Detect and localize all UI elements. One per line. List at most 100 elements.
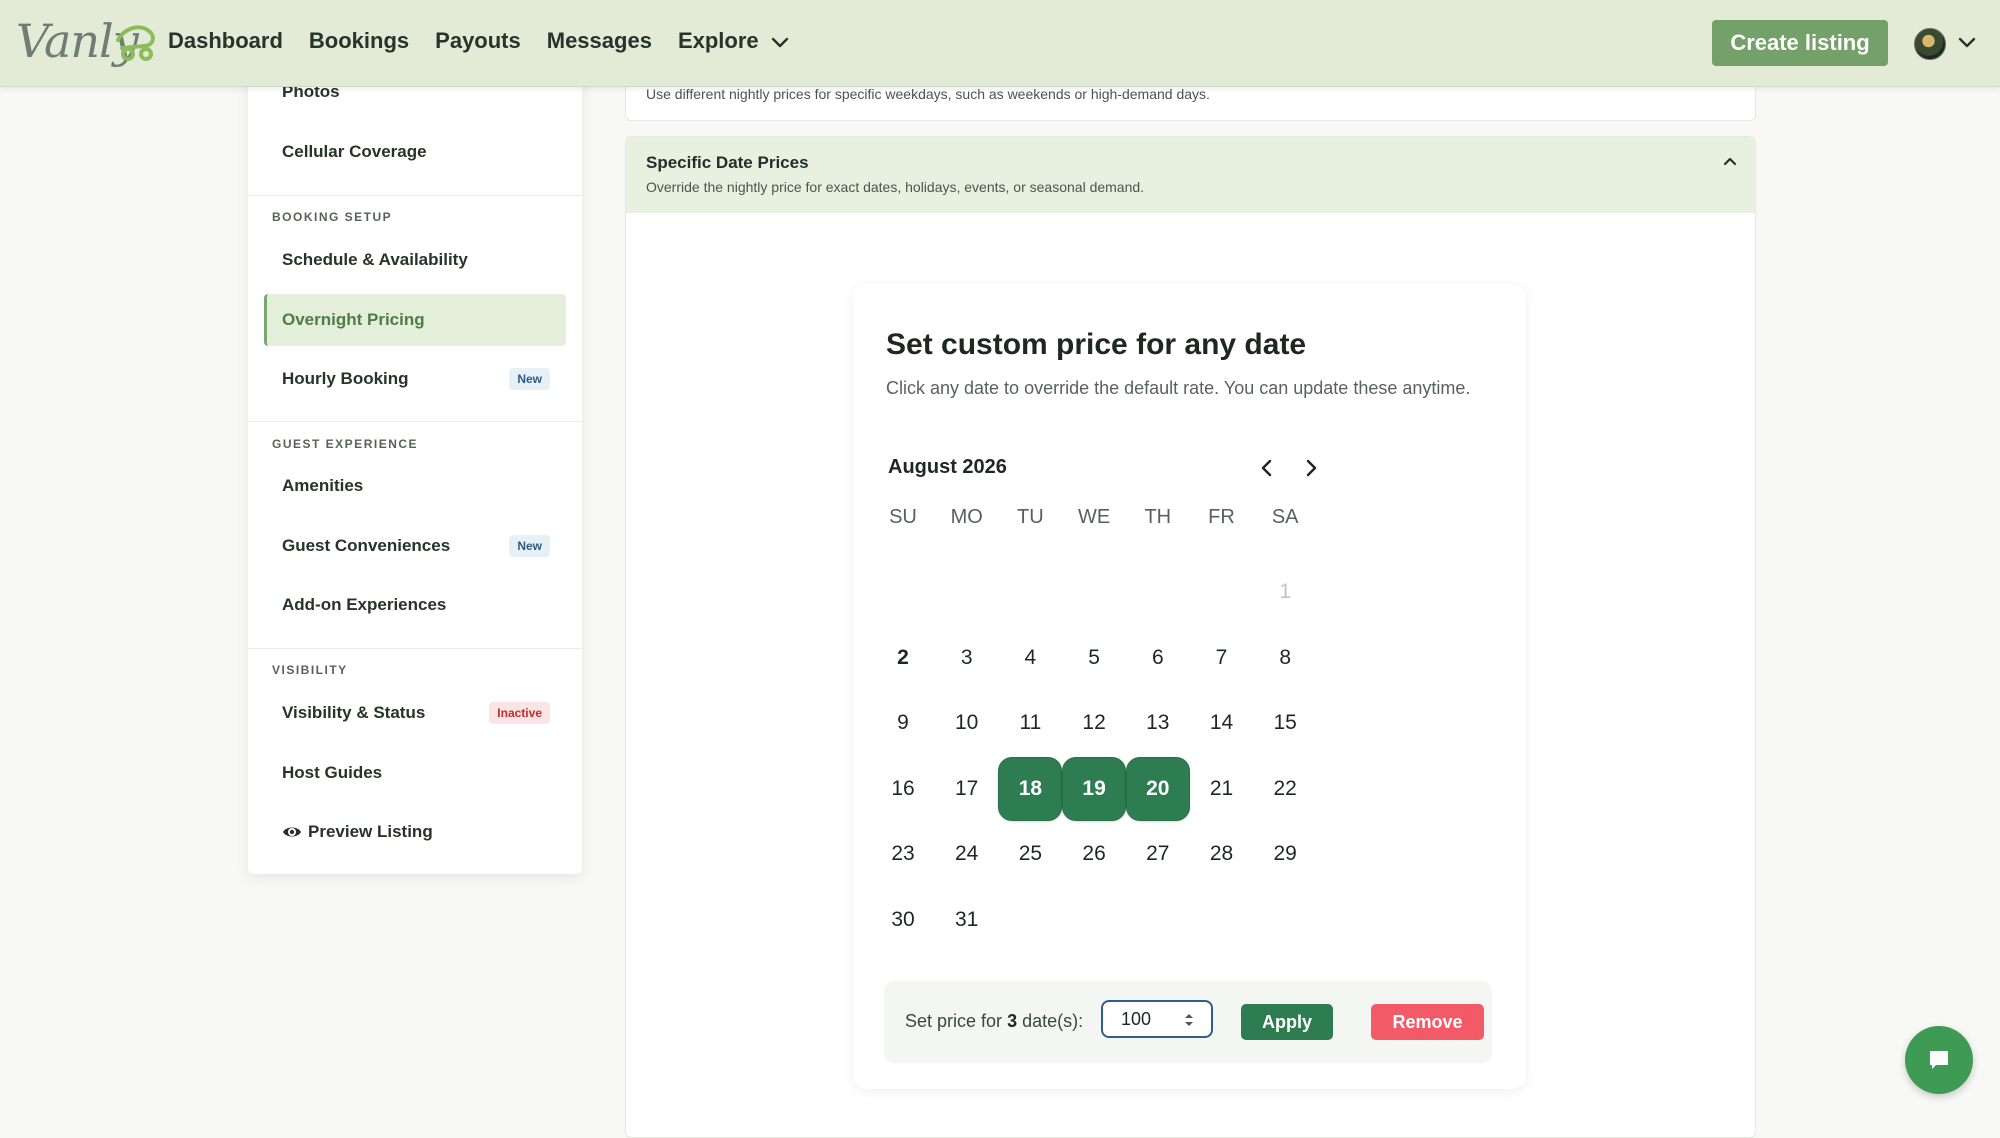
sidebar-item-label: Preview Listing — [308, 822, 433, 841]
calendar-day-selected[interactable]: 19 — [1062, 756, 1127, 821]
divider — [248, 421, 582, 422]
sidebar-item-amenities[interactable]: Amenities — [264, 460, 566, 512]
weekday-label: TH — [1144, 506, 1172, 528]
create-listing-button[interactable]: Create listing — [1712, 20, 1888, 66]
calendar-day[interactable]: 29 — [1253, 822, 1317, 886]
calendar-day[interactable]: 26 — [1062, 822, 1126, 886]
weekday-label: FR — [1208, 506, 1235, 528]
nav-dashboard[interactable]: Dashboard — [168, 28, 283, 54]
price-prefix: Set price for — [905, 1011, 1003, 1031]
avatar[interactable] — [1914, 28, 1946, 60]
calendar-day[interactable]: 15 — [1253, 691, 1317, 755]
chevron-down-icon — [771, 37, 788, 48]
sidebar-item-cellular-coverage[interactable]: Cellular Coverage — [264, 126, 566, 178]
inactive-badge: Inactive — [489, 702, 550, 724]
calendar-day-selected[interactable]: 20 — [1125, 756, 1190, 821]
selected-count: 3 — [1007, 1011, 1018, 1031]
section-label-visibility: VISIBILITY — [272, 663, 348, 677]
listing-sidebar: Photos Cellular Coverage BOOKING SETUP S… — [248, 60, 582, 874]
calendar-day[interactable]: 27 — [1126, 822, 1190, 886]
apply-button[interactable]: Apply — [1241, 1004, 1333, 1040]
divider — [248, 648, 582, 649]
calendar-day[interactable]: 3 — [935, 626, 999, 690]
sidebar-item-hourly-booking[interactable]: Hourly Booking New — [264, 353, 566, 405]
calendar-day[interactable]: 21 — [1190, 757, 1254, 821]
price-label: Set price for 3 date(s): — [905, 1011, 1083, 1032]
weekday-label: SU — [889, 506, 917, 528]
calendar-day[interactable]: 31 — [935, 888, 999, 952]
sidebar-item-add-on-experiences[interactable]: Add-on Experiences — [264, 579, 566, 631]
calendar-day[interactable]: 4 — [998, 626, 1062, 690]
calendar-day[interactable]: 17 — [935, 757, 999, 821]
sidebar-item-label: Visibility & Status — [282, 703, 426, 722]
weekday-label: MO — [950, 506, 983, 528]
specific-date-prices-header[interactable]: Specific Date Prices Override the nightl… — [626, 137, 1755, 213]
calendar-day[interactable]: 22 — [1253, 757, 1317, 821]
nav-bookings[interactable]: Bookings — [309, 28, 409, 54]
section-label-booking-setup: BOOKING SETUP — [272, 210, 393, 224]
divider — [248, 195, 582, 196]
sidebar-item-preview-listing[interactable]: Preview Listing — [264, 806, 566, 858]
spinner-arrows-icon[interactable] — [1183, 1010, 1195, 1030]
calendar-day-selected[interactable]: 18 — [998, 756, 1063, 821]
weekday-label: WE — [1077, 506, 1111, 528]
sidebar-item-overnight-pricing[interactable]: Overnight Pricing — [264, 294, 566, 346]
main-nav: Dashboard Bookings Payouts Messages Expl… — [168, 28, 817, 54]
calendar-day[interactable]: 2 — [871, 626, 935, 690]
weekday-prices-description: Use different nightly prices for specifi… — [646, 86, 1210, 102]
nav-payouts[interactable]: Payouts — [435, 28, 521, 54]
calendar-day[interactable]: 1 — [1253, 560, 1317, 624]
calendar-day[interactable]: 6 — [1126, 626, 1190, 690]
custom-price-calendar-card: Set custom price for any date Click any … — [853, 284, 1526, 1089]
weekday-label: TU — [1017, 506, 1044, 528]
chevron-right-icon[interactable] — [1297, 454, 1325, 482]
card-title: Set custom price for any date — [886, 328, 1307, 361]
price-suffix: date(s): — [1022, 1011, 1084, 1031]
calendar-day[interactable]: 25 — [998, 822, 1062, 886]
calendar-day[interactable]: 24 — [935, 822, 999, 886]
sidebar-item-label: Hourly Booking — [282, 369, 409, 388]
vanly-logo[interactable]: Vanly — [16, 14, 155, 70]
chat-button[interactable] — [1905, 1026, 1973, 1094]
sidebar-item-label: Guest Conveniences — [282, 536, 451, 555]
month-label: August 2026 — [888, 456, 1007, 478]
calendar-day[interactable]: 28 — [1190, 822, 1254, 886]
calendar-day[interactable]: 30 — [871, 888, 935, 952]
chat-icon — [1930, 1051, 1948, 1069]
calendar-day[interactable]: 8 — [1253, 626, 1317, 690]
calendar-day[interactable]: 14 — [1190, 691, 1254, 755]
new-badge: New — [509, 535, 550, 557]
calendar-day[interactable]: 13 — [1126, 691, 1190, 755]
price-setter-bar: Set price for 3 date(s): 100 Apply Remov… — [884, 981, 1492, 1063]
nav-messages[interactable]: Messages — [547, 28, 652, 54]
section-label-guest-experience: GUEST EXPERIENCE — [272, 437, 419, 451]
chevron-left-icon[interactable] — [1253, 454, 1281, 482]
sidebar-item-host-guides[interactable]: Host Guides — [264, 747, 566, 799]
price-input[interactable]: 100 — [1101, 1000, 1213, 1038]
new-badge: New — [509, 368, 550, 390]
remove-button[interactable]: Remove — [1371, 1004, 1484, 1040]
calendar-day[interactable]: 23 — [871, 822, 935, 886]
nav-explore-label: Explore — [677, 28, 759, 53]
calendar-day[interactable]: 12 — [1062, 691, 1126, 755]
chevron-down-icon[interactable] — [1956, 32, 1978, 54]
calendar-day[interactable]: 7 — [1190, 626, 1254, 690]
sidebar-item-visibility-status[interactable]: Visibility & Status Inactive — [264, 687, 566, 739]
calendar-day[interactable]: 10 — [935, 691, 999, 755]
sidebar-item-schedule[interactable]: Schedule & Availability — [264, 234, 566, 286]
logo-van-icon — [116, 25, 155, 61]
nav-explore[interactable]: Explore — [678, 28, 791, 54]
eye-icon — [283, 827, 301, 837]
calendar-day[interactable]: 5 — [1062, 626, 1126, 690]
calendar-day[interactable]: 16 — [871, 757, 935, 821]
calendar-day[interactable]: 11 — [998, 691, 1062, 755]
panel-description: Override the nightly price for exact dat… — [646, 179, 1145, 195]
chevron-up-icon[interactable] — [1719, 151, 1741, 173]
price-input-value: 100 — [1121, 1008, 1152, 1029]
card-subtitle: Click any date to override the default r… — [886, 378, 1471, 398]
top-navbar: Vanly Dashboard Bookings Payouts Message… — [0, 0, 2000, 87]
sidebar-item-guest-conveniences[interactable]: Guest Conveniences New — [264, 520, 566, 572]
calendar-day[interactable]: 9 — [871, 691, 935, 755]
weekday-label: SA — [1271, 506, 1299, 528]
panel-title: Specific Date Prices — [646, 153, 809, 172]
